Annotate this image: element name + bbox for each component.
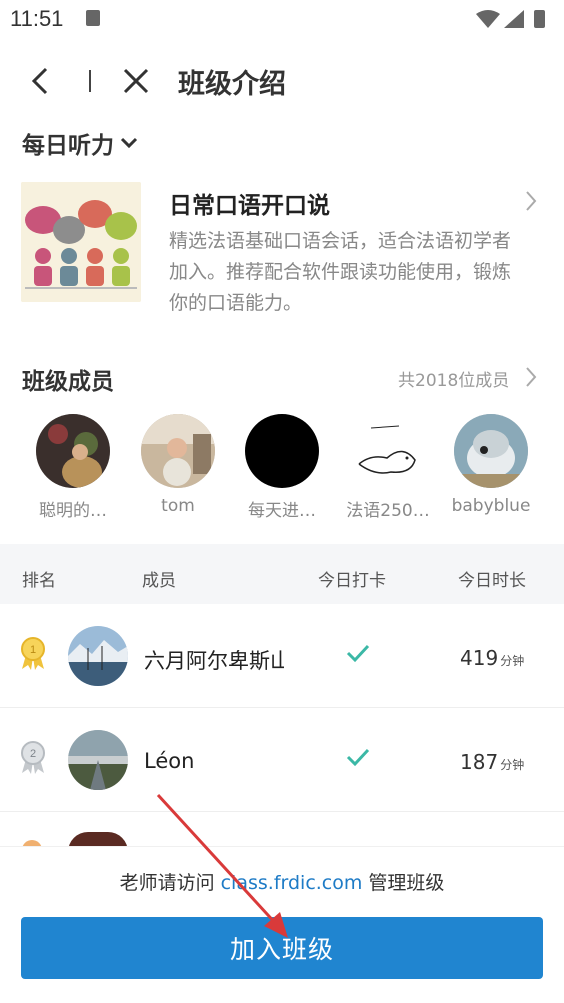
avatar <box>245 414 319 488</box>
silver-medal-icon: 2 <box>20 741 46 779</box>
member-item[interactable]: 聪明的… <box>21 414 125 521</box>
class-detail-button[interactable] <box>524 190 538 216</box>
class-cover-image[interactable] <box>21 182 141 302</box>
status-icons <box>474 8 550 28</box>
teacher-site-link[interactable]: class.frdic.com <box>221 872 363 894</box>
members-more-button[interactable] <box>524 366 538 392</box>
class-title[interactable]: 日常口语开口说 <box>169 186 330 220</box>
teacher-note: 老师请访问 class.frdic.com 管理班级 <box>119 872 445 894</box>
battery-icon <box>534 10 545 28</box>
member-name: 法语250… <box>346 501 430 521</box>
category-label: 每日听力 <box>22 133 114 159</box>
member-name: Léon <box>144 749 195 773</box>
member-item[interactable]: tom <box>126 414 230 516</box>
avatar <box>454 414 528 488</box>
checked-icon <box>345 642 371 668</box>
member-name: 聪明的… <box>39 501 107 521</box>
header-rank: 排名 <box>22 571 56 591</box>
chevron-down-icon <box>120 137 138 149</box>
avatar <box>141 414 215 488</box>
svg-text:1: 1 <box>30 644 36 656</box>
class-description: 精选法语基础口语会话，适合法语初学者加入。推荐配合软件跟读功能使用，锻炼你的口语… <box>169 230 512 314</box>
signal-icon <box>504 10 524 28</box>
notification-a-icon <box>86 10 100 26</box>
member-item[interactable]: babyblue <box>439 414 543 516</box>
member-name: babyblue <box>451 496 531 516</box>
members-count[interactable]: 共2018位成员 <box>398 366 509 391</box>
member-name: 六月阿尔卑斯山 <box>144 649 284 673</box>
member-name: 每天进… <box>248 501 316 521</box>
today-duration: 187 分钟 <box>460 750 525 774</box>
header-member: 成员 <box>142 571 176 591</box>
avatar <box>36 414 110 488</box>
member-name: tom <box>161 496 195 516</box>
chevron-left-icon <box>31 67 48 95</box>
member-item[interactable]: 每天进… <box>230 414 334 521</box>
header-duration: 今日时长 <box>458 571 526 591</box>
member-item[interactable]: 法语250… <box>336 414 440 521</box>
wifi-icon <box>476 10 500 28</box>
chevron-right-icon <box>526 191 537 211</box>
avatar <box>68 730 128 790</box>
category-dropdown[interactable]: 每日听力 <box>22 126 138 160</box>
members-section-title: 班级成员 <box>22 369 114 395</box>
today-duration: 419 分钟 <box>460 646 525 670</box>
join-class-button[interactable]: 加入班级 <box>21 917 543 979</box>
page-title: 班级介绍 <box>178 69 286 100</box>
close-button[interactable] <box>122 66 150 100</box>
avatar <box>351 414 425 488</box>
chevron-right-icon <box>526 367 537 387</box>
back-button[interactable] <box>28 66 52 100</box>
svg-text:2: 2 <box>30 748 36 760</box>
gold-medal-icon: 1 <box>20 637 46 675</box>
checked-icon <box>345 746 371 772</box>
avatar <box>68 626 128 686</box>
status-time: 11:51 <box>10 6 64 31</box>
nav-divider <box>89 70 91 92</box>
close-icon <box>123 68 149 94</box>
header-checkin: 今日打卡 <box>318 571 386 591</box>
